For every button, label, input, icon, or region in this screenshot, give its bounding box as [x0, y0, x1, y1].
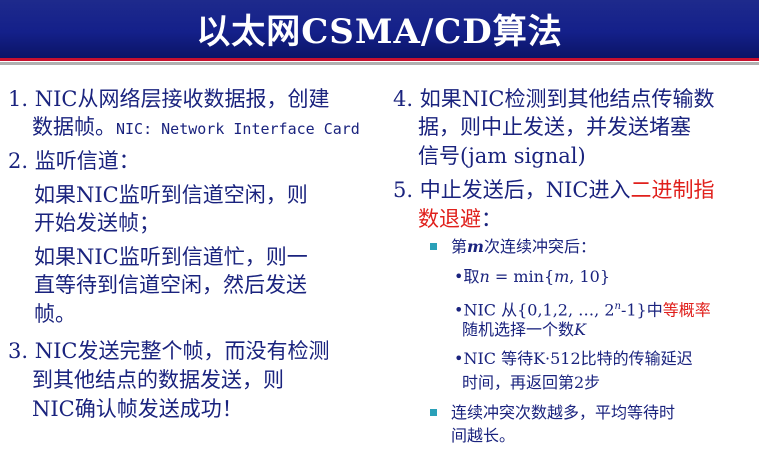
sub-item-1c-line-2: 时间，再返回第2步 [462, 373, 601, 392]
item-1-note: NIC: Network Interface Card [116, 120, 360, 138]
title-divider [0, 62, 759, 65]
sub-item-1-b: 次连续冲突后： [483, 237, 596, 256]
item-5-text: 5. 中止发送后，NIC进入 [393, 178, 631, 202]
item-1-line-2: 数据帧。NIC: Network Interface Card [32, 112, 360, 144]
square-bullet-icon [430, 243, 437, 250]
square-bullet-icon [430, 409, 437, 416]
sub-item-1a-m: m [554, 267, 570, 286]
item-4-line-1: 4. 如果NIC检测到其他结点传输数 [393, 87, 715, 111]
sub-item-1b-b: -1}中 [620, 300, 663, 320]
item-5-colon: ： [481, 207, 502, 231]
item-2-p2-line-3: 帧。 [34, 302, 76, 326]
item-5-highlight-1: 二进制指 [630, 178, 715, 202]
item-3-line-1: 3. NIC发送完整个帧，而没有检测 [8, 339, 330, 363]
sub-item-1b-k: K [574, 320, 586, 339]
sub-item-1c-line-1: •NIC 等待K·512比特的传输延迟 [454, 349, 693, 368]
sub-item-1a-n: n [479, 267, 490, 286]
sub-item-1: 第m次连续冲突后： [451, 236, 596, 258]
sub-item-2-line-1: 连续冲突次数越多，平均等待时 [451, 403, 676, 422]
item-4-line-3: 信号(jam signal) [418, 144, 586, 168]
item-5-highlight-2: 数退避 [418, 207, 481, 231]
item-1-text: 数据帧。 [32, 115, 116, 139]
item-2-p2-line-2: 直等待到信道空闲，然后发送 [34, 273, 307, 297]
sub-item-1b-line-2-text: 随机选择一个数 [462, 320, 575, 339]
item-1-line-1: 1. NIC从网络层接收数据报，创建 [8, 87, 330, 111]
item-5-line-2: 数退避： [418, 204, 502, 234]
sub-item-1b-line-1: •NIC 从{0,1,2, …, 2n-1}中等概率 [454, 296, 711, 321]
item-5-line-1: 5. 中止发送后，NIC进入二进制指 [393, 175, 714, 205]
sub-item-1b-a: •NIC 从{0,1,2, …, 2 [454, 300, 615, 320]
sub-item-1a-a: •取 [454, 267, 480, 286]
sub-item-1b-red: 等概率 [662, 300, 711, 320]
sub-item-1a: •取n = min{m, 10} [454, 266, 610, 288]
sub-item-1a-b: = min{ [489, 267, 555, 286]
item-2-p2-line-1: 如果NIC监听到信道忙，则一 [34, 245, 308, 269]
item-2-p1-line-2: 开始发送帧； [34, 211, 160, 235]
item-2-line-1: 2. 监听信道： [8, 149, 140, 173]
item-4-line-2: 据，则中止发送，并发送堵塞 [418, 115, 691, 139]
sub-item-1b-line-2: 随机选择一个数K [462, 319, 586, 341]
sub-item-1-m: m [467, 237, 484, 256]
item-3-line-3: NIC确认帧发送成功！ [32, 397, 243, 421]
item-2-p1-line-1: 如果NIC监听到信道空闲，则 [34, 183, 308, 207]
title-bar: 以太网CSMA/CD算法 [0, 0, 759, 65]
item-3-line-2: 到其他结点的数据发送，则 [32, 368, 284, 392]
sub-item-2-line-2: 间越长。 [451, 426, 516, 445]
slide-title: 以太网CSMA/CD算法 [196, 12, 563, 52]
sub-item-1-a: 第 [451, 237, 468, 256]
sub-item-1a-c: , 10} [569, 267, 611, 286]
